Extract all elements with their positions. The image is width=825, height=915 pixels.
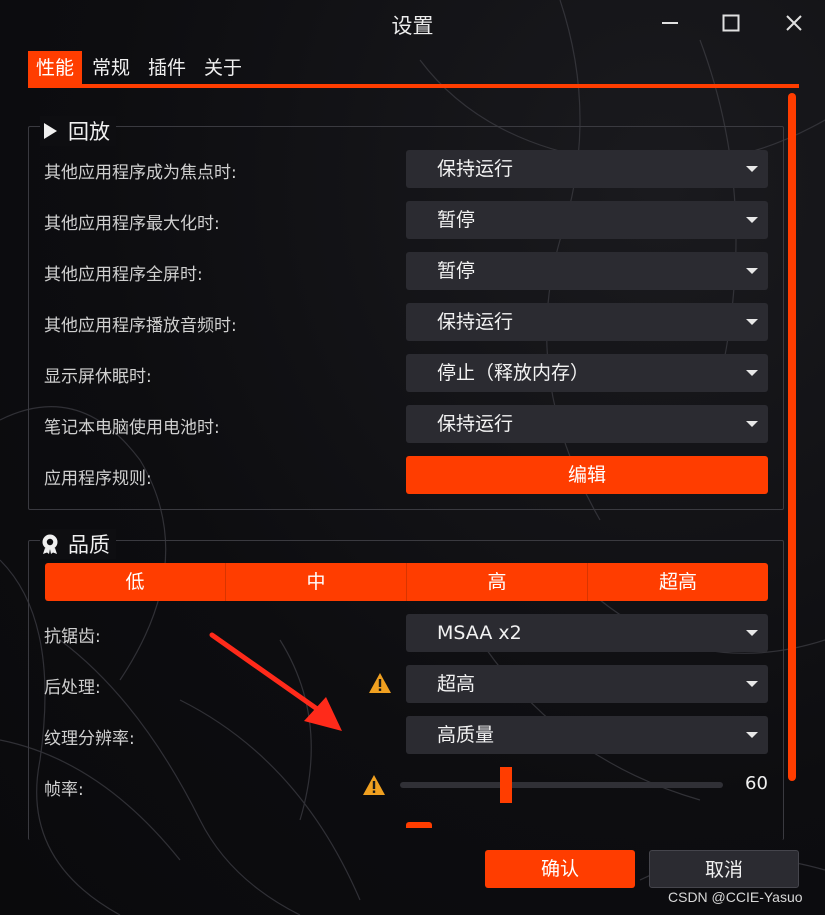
postprocess-label: 后处理: [44,678,101,698]
award-icon [40,533,60,555]
scrollbar[interactable] [788,93,796,781]
quality-preset-bar: 低 中 高 超高 [45,563,768,601]
quality-group-title: 品质 [40,529,116,559]
battery-label: 笔记本电脑使用电池时: [44,418,220,438]
display-sleep-value: 停止（释放内存） [437,362,590,384]
tab-plugins[interactable]: 插件 [140,51,194,85]
antialias-label: 抗锯齿: [44,627,101,647]
close-icon [786,15,802,31]
maximize-button[interactable] [711,8,751,38]
preset-medium-button[interactable]: 中 [226,563,407,601]
playback-group-title: 回放 [40,116,116,146]
display-sleep-select[interactable]: 停止（释放内存） [406,354,768,392]
warning-icon [363,775,385,795]
app-rules-label: 应用程序规则: [44,469,152,489]
play-icon [40,121,60,141]
chevron-down-icon [746,217,758,223]
fullscreen-value: 暂停 [437,260,476,282]
title-bar: 设置 [0,0,825,46]
playback-title: 回放 [68,120,110,144]
annotation-arrow [209,632,342,731]
warning-icon [369,673,391,693]
tab-general[interactable]: 常规 [84,51,138,85]
focus-select[interactable]: 保持运行 [406,150,768,188]
maximized-select[interactable]: 暂停 [406,201,768,239]
audio-select[interactable]: 保持运行 [406,303,768,341]
texture-select[interactable]: 高质量 [406,716,768,754]
chevron-down-icon [746,681,758,687]
chevron-down-icon [746,370,758,376]
watermark: CSDN @CCIE-Yasuo [668,889,803,905]
preset-high-button[interactable]: 高 [407,563,588,601]
close-button[interactable] [774,8,814,38]
audio-label: 其他应用程序播放音频时: [44,316,237,336]
tab-performance[interactable]: 性能 [28,51,83,85]
edit-rules-button[interactable]: 编辑 [406,456,768,494]
chevron-down-icon [746,166,758,172]
display-sleep-label: 显示屏休眠时: [44,367,152,387]
cancel-button[interactable]: 取消 [649,850,799,888]
maximize-icon [722,14,740,32]
window-title: 设置 [391,14,434,38]
minimize-icon [662,22,678,24]
preset-ultra-button[interactable]: 超高 [588,563,768,601]
maximized-value: 暂停 [437,209,476,231]
tab-about[interactable]: 关于 [196,51,250,85]
texture-value: 高质量 [437,724,495,746]
postprocess-value: 超高 [437,673,476,695]
tab-underline [28,84,799,88]
antialias-select[interactable]: MSAA x2 [406,614,768,652]
next-control-peek [406,822,432,828]
preset-low-button[interactable]: 低 [45,563,226,601]
maximized-label: 其他应用程序最大化时: [44,214,220,234]
confirm-button[interactable]: 确认 [485,850,635,888]
battery-select[interactable]: 保持运行 [406,405,768,443]
postprocess-select[interactable]: 超高 [406,665,768,703]
texture-label: 纹理分辨率: [44,729,135,749]
fullscreen-select[interactable]: 暂停 [406,252,768,290]
chevron-down-icon [746,732,758,738]
framerate-label: 帧率: [44,780,84,800]
focus-value: 保持运行 [437,158,514,180]
settings-window: 设置 性能 常规 插件 关于 回放 其他应用程序成为焦点时: 保持运行 其他应用… [0,0,825,915]
antialias-value: MSAA x2 [437,622,522,644]
framerate-slider-track[interactable] [400,782,723,788]
chevron-down-icon [746,421,758,427]
battery-value: 保持运行 [437,413,514,435]
framerate-value: 60 [745,773,768,794]
framerate-slider-handle[interactable] [500,767,512,803]
chevron-down-icon [746,268,758,274]
chevron-down-icon [746,319,758,325]
tab-bar: 性能 常规 插件 关于 [28,51,252,85]
chevron-down-icon [746,630,758,636]
audio-value: 保持运行 [437,311,514,333]
focus-label: 其他应用程序成为焦点时: [44,163,237,183]
quality-title: 品质 [68,533,110,557]
fullscreen-label: 其他应用程序全屏时: [44,265,203,285]
minimize-button[interactable] [650,8,690,38]
